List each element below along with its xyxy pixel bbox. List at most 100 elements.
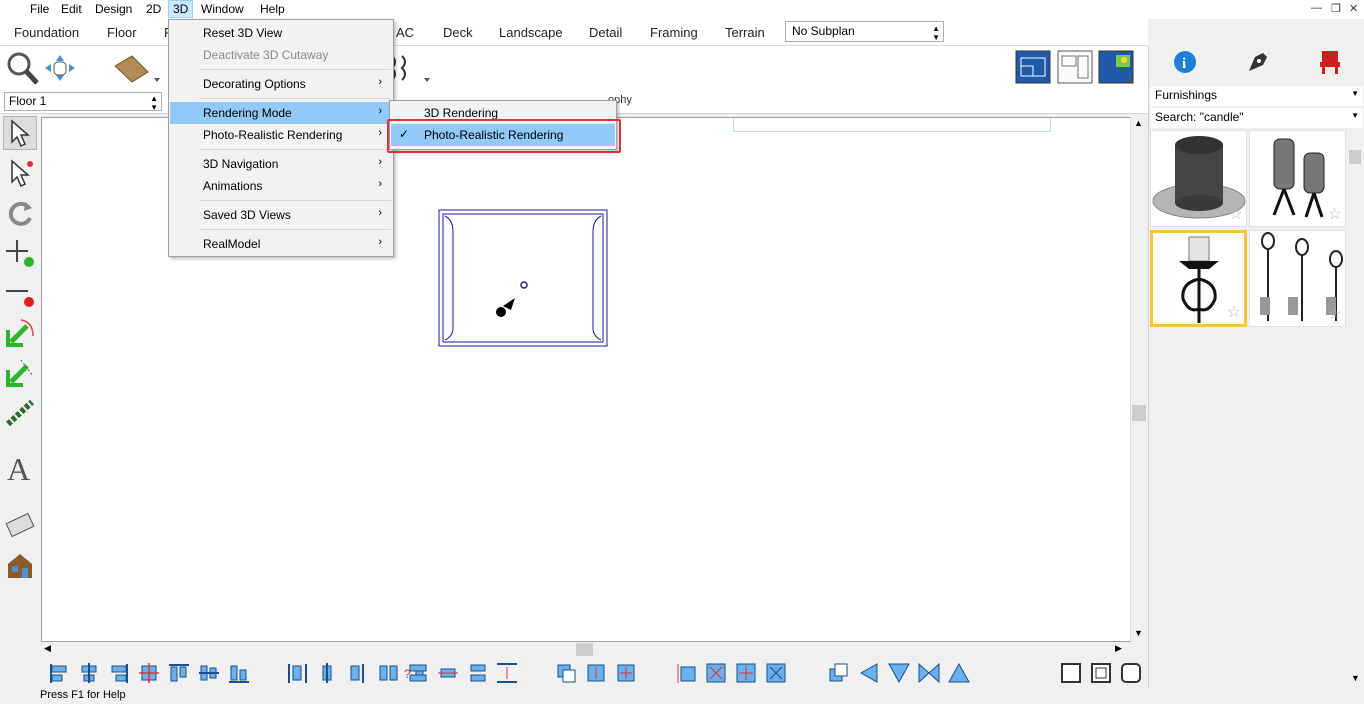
distribute-center-icon[interactable] <box>317 662 341 684</box>
menu-edit[interactable]: Edit <box>61 2 82 16</box>
move-down-icon[interactable] <box>585 662 609 684</box>
edit-area-icon[interactable] <box>3 156 37 190</box>
horizontal-scrollbar[interactable]: ◀ ▶ <box>41 642 1130 657</box>
house-icon[interactable] <box>3 548 37 582</box>
center-object-icon[interactable] <box>138 662 162 684</box>
space-evenly-icon[interactable] <box>377 662 401 684</box>
menu-file[interactable]: File <box>30 2 49 16</box>
distribute-h-icon[interactable] <box>287 662 311 684</box>
menu-item-saved-3d-views[interactable]: Saved 3D Views › <box>170 204 392 226</box>
mirror-both-icon[interactable] <box>917 662 941 684</box>
library-category-select[interactable]: Furnishings ▼ <box>1151 86 1363 106</box>
reflect-icon[interactable] <box>827 662 851 684</box>
roof-icon[interactable] <box>110 52 160 88</box>
library-item-candle-stands[interactable]: ☆ <box>1249 230 1346 327</box>
mirror-up-icon[interactable] <box>947 662 971 684</box>
tab-foundation[interactable]: Foundation <box>14 25 79 40</box>
fence-tool-icon[interactable] <box>3 396 37 430</box>
add-point-icon[interactable] <box>3 236 37 270</box>
tab-floor[interactable]: Floor <box>107 25 137 40</box>
move-cross-icon[interactable] <box>615 662 639 684</box>
tab-terrain[interactable]: Terrain <box>725 25 765 40</box>
menu-3d[interactable]: 3D <box>168 0 194 18</box>
scroll-right-icon[interactable]: ▶ <box>1115 643 1122 654</box>
mirror-h-icon[interactable] <box>857 662 881 684</box>
library-item-candle-pillar[interactable]: ☆ <box>1150 130 1247 227</box>
menu-item-3d-navigation[interactable]: 3D Navigation › <box>170 153 392 175</box>
subplan-select[interactable]: No Subplan ▲ ▼ <box>785 21 944 42</box>
library-scrollbar[interactable]: ▼ <box>1347 128 1364 687</box>
library-search-select[interactable]: Search: "candle" ▼ <box>1151 108 1363 128</box>
info-icon[interactable]: i <box>1173 50 1197 74</box>
room-plan[interactable] <box>437 208 609 348</box>
pan-icon[interactable] <box>42 52 78 84</box>
align-left-icon[interactable] <box>48 662 72 684</box>
scroll-down-icon[interactable]: ▼ <box>1134 628 1143 638</box>
menu-item-photo-realistic-rendering[interactable]: Photo-Realistic Rendering › <box>170 124 392 146</box>
distribute-right-icon[interactable] <box>347 662 371 684</box>
minimize-icon[interactable]: — <box>1311 2 1322 14</box>
arc-tool-icon[interactable] <box>3 316 37 350</box>
space-vertical-icon[interactable] <box>407 662 431 684</box>
chair-icon[interactable] <box>1317 49 1343 75</box>
close-icon[interactable]: ✕ <box>1349 2 1358 15</box>
delete-point-icon[interactable] <box>3 276 37 310</box>
align-top-icon[interactable] <box>168 662 192 684</box>
film-camera-icon[interactable] <box>3 508 37 542</box>
stretch-icon[interactable] <box>675 662 699 684</box>
mirror-v-icon[interactable] <box>887 662 911 684</box>
text-tool-icon[interactable]: A <box>3 452 37 486</box>
favorite-star-icon[interactable]: ☆ <box>1229 204 1243 224</box>
menu-item-decorating-options[interactable]: Decorating Options › <box>170 73 392 95</box>
stairs-icon[interactable] <box>388 52 434 88</box>
vertical-scrollbar[interactable]: ▲ ▼ <box>1130 117 1147 642</box>
library-item-candle-lanterns[interactable]: ☆ <box>1249 130 1346 227</box>
distribute-v2-icon[interactable] <box>467 662 491 684</box>
favorite-star-icon[interactable]: ☆ <box>1328 304 1342 324</box>
layout-view-icon[interactable] <box>1057 50 1093 84</box>
menu-design[interactable]: Design <box>95 2 132 16</box>
scroll-down-icon[interactable]: ▼ <box>1351 673 1360 683</box>
floor-select[interactable]: Floor 1 ▲ ▼ <box>4 92 162 112</box>
zoom-icon[interactable] <box>4 50 40 86</box>
scroll-left-icon[interactable]: ◀ <box>44 643 51 654</box>
frame-inner-icon[interactable] <box>1090 662 1114 684</box>
align-center-icon[interactable] <box>78 662 102 684</box>
rotate-icon[interactable] <box>3 196 37 230</box>
line-tool-icon[interactable] <box>3 356 37 390</box>
tab-hvac[interactable]: AC <box>396 25 414 40</box>
frame-rounded-icon[interactable] <box>1120 662 1144 684</box>
menu-item-rendering-mode[interactable]: Rendering Mode › <box>170 102 392 124</box>
menu-help[interactable]: Help <box>260 2 285 16</box>
space-v-custom-icon[interactable] <box>495 662 519 684</box>
favorite-star-icon[interactable]: ☆ <box>1227 302 1241 322</box>
3d-view-icon[interactable] <box>1098 50 1134 84</box>
frame-icon[interactable] <box>1060 662 1084 684</box>
menu-item-animations[interactable]: Animations › <box>170 175 392 197</box>
library-item-candle-holder[interactable]: ☆ <box>1150 230 1247 327</box>
menu-item-reset-3d-view[interactable]: Reset 3D View <box>170 22 392 44</box>
scroll-thumb[interactable] <box>1132 405 1146 421</box>
align-middle-icon[interactable] <box>198 662 222 684</box>
expand-icon[interactable] <box>735 662 759 684</box>
shrink-icon[interactable] <box>705 662 729 684</box>
tab-landscape[interactable]: Landscape <box>499 25 563 40</box>
align-bottom-icon[interactable] <box>228 662 252 684</box>
align-right-icon[interactable] <box>108 662 132 684</box>
favorite-star-icon[interactable]: ☆ <box>1328 204 1342 224</box>
library-scroll-thumb[interactable] <box>1349 150 1361 164</box>
scroll-up-icon[interactable]: ▲ <box>1134 118 1143 128</box>
tab-framing[interactable]: Framing <box>650 25 698 40</box>
menu-item-realmodel[interactable]: RealModel › <box>170 233 392 255</box>
tab-detail[interactable]: Detail <box>589 25 622 40</box>
copy-icon[interactable] <box>555 662 579 684</box>
menu-2d[interactable]: 2D <box>146 2 161 16</box>
floor-plan-view-icon[interactable] <box>1015 50 1051 84</box>
contract-icon[interactable] <box>765 662 789 684</box>
pen-icon[interactable] <box>1245 49 1271 75</box>
restore-icon[interactable]: ❐ <box>1331 2 1341 15</box>
select-objects-icon[interactable] <box>3 116 37 150</box>
hscroll-thumb[interactable] <box>576 643 593 656</box>
tab-deck[interactable]: Deck <box>443 25 473 40</box>
menu-window[interactable]: Window <box>201 2 244 16</box>
